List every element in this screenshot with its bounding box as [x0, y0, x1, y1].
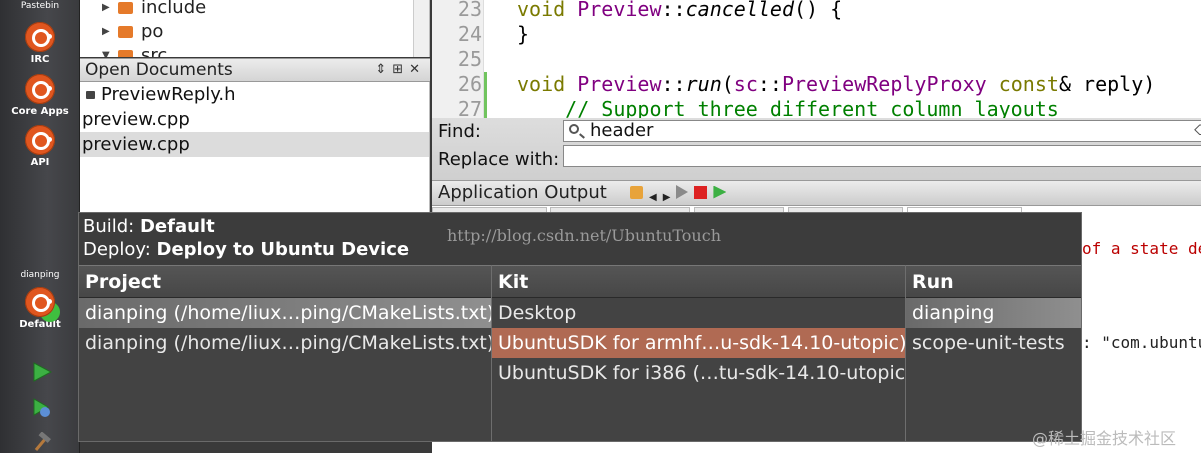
doc-label: PreviewReply.h: [101, 84, 236, 105]
find-label: Find:: [438, 121, 481, 142]
kit-column: Kit Desktop UbuntuSDK for armhf…u-sdk-14…: [492, 265, 906, 441]
application-output-header: Application Output ◀ ▶: [432, 180, 1201, 206]
open-doc-item[interactable]: PreviewReply.h: [80, 82, 429, 107]
change-marker: [484, 72, 487, 118]
kit-column-header: Kit: [492, 265, 905, 298]
output-text: : "com.ubuntu: [1082, 333, 1201, 352]
target-selector-popup: Build: Default Deploy: Deploy to Ubuntu …: [78, 212, 1082, 442]
mode-label: API: [30, 157, 50, 168]
mode-api[interactable]: API: [0, 125, 80, 168]
find-replace-bar: Find: header ⌫ Replace with:: [432, 118, 1201, 180]
expand-arrow-icon[interactable]: ▶: [102, 20, 110, 44]
target-config-label: Default: [19, 319, 61, 330]
output-toolbar: ◀ ▶: [630, 185, 727, 203]
mode-bar: Pastebin IRC Core Apps API dianping Defa…: [0, 0, 80, 453]
search-icon[interactable]: [569, 124, 579, 134]
build-value: Default: [139, 216, 215, 237]
attach-icon[interactable]: [630, 185, 643, 199]
debug-run-icon[interactable]: [32, 398, 52, 418]
clear-icon[interactable]: ⌫: [1194, 121, 1201, 141]
run-item[interactable]: scope-unit-tests: [906, 328, 1081, 358]
project-column-header: Project: [79, 265, 491, 298]
mode-pastebin[interactable]: Pastebin: [0, 1, 80, 11]
run-debug-icon[interactable]: [713, 185, 727, 199]
mode-core-apps[interactable]: Core Apps: [0, 74, 80, 117]
tree-item-label: include: [141, 0, 207, 18]
build-hammer-icon[interactable]: [32, 432, 52, 452]
tree-item-src[interactable]: ▼ src: [102, 44, 167, 57]
expand-arrow-icon[interactable]: ▶: [102, 0, 110, 20]
doc-label: preview.cpp: [82, 109, 190, 130]
code-text: void Preview::run(sc::PreviewReplyProxy …: [517, 72, 1156, 96]
tree-item-include[interactable]: ▶ include: [102, 0, 206, 20]
open-doc-item-selected[interactable]: preview.cpp: [80, 132, 429, 157]
prev-icon[interactable]: ◀: [649, 186, 657, 203]
tree-scrollbar[interactable]: [413, 0, 429, 57]
lock-icon: [86, 91, 95, 99]
run-column-header: Run: [906, 265, 1081, 298]
open-documents-title: Open Documents: [85, 60, 233, 80]
ubuntu-logo-icon: [25, 74, 55, 104]
target-project-label: dianping: [20, 270, 60, 280]
ubuntu-logo-icon: [25, 125, 55, 155]
run-item-selected[interactable]: dianping: [906, 298, 1081, 328]
find-input[interactable]: header ⌫: [563, 120, 1201, 142]
tree-item-po[interactable]: ▶ po: [102, 20, 163, 44]
code-comment: // Support three different column layout…: [517, 97, 1059, 118]
project-tree: ▶ include ▶ po ▼ src: [80, 0, 430, 57]
find-value: header: [590, 120, 654, 141]
project-column: Project dianping (/home/liux…ping/CMakeL…: [79, 265, 492, 441]
open-documents-list: PreviewReply.h preview.cpp preview.cpp: [80, 82, 430, 212]
pane-controls[interactable]: ⇕⊞✕: [375, 59, 426, 81]
replace-label: Replace with:: [438, 149, 560, 170]
deploy-value: Deploy to Ubuntu Device: [156, 239, 410, 260]
kit-item[interactable]: UbuntuSDK for i386 (…tu-sdk-14.10-utopic…: [492, 358, 905, 388]
run-column: Run dianping scope-unit-tests: [906, 265, 1081, 441]
application-output-title: Application Output: [438, 182, 607, 203]
code-text: }: [517, 22, 530, 46]
tree-item-label: po: [141, 21, 164, 42]
tree-item-label: src: [141, 45, 168, 57]
deploy-info: Deploy: Deploy to Ubuntu Device: [83, 239, 409, 260]
folder-icon: [118, 50, 133, 57]
watermark-text: http://blog.csdn.net/UbuntuTouch: [447, 226, 721, 245]
rerun-icon[interactable]: [676, 185, 689, 199]
run-icon[interactable]: [32, 362, 52, 382]
code-text: void Preview::cancelled() {: [517, 0, 843, 21]
ubuntu-logo-icon: [25, 287, 55, 317]
code-editor[interactable]: 23 24 25 26 27 void Preview::cancelled()…: [432, 0, 1201, 118]
project-item-selected[interactable]: dianping (/home/liux…ping/CMakeLists.txt…: [79, 298, 491, 328]
mode-label: IRC: [30, 54, 50, 65]
deploy-label: Deploy:: [83, 239, 151, 260]
kit-item-highlighted[interactable]: UbuntuSDK for armhf…u-sdk-14.10-utopic): [492, 328, 905, 358]
mode-label: Core Apps: [11, 106, 69, 117]
build-info: Build: Default: [83, 216, 215, 237]
open-documents-header: Open Documents ⇕⊞✕: [80, 58, 430, 82]
target-selector-button[interactable]: Default: [0, 287, 80, 330]
mode-irc[interactable]: IRC: [0, 22, 80, 65]
doc-label: preview.cpp: [82, 134, 190, 155]
expand-arrow-icon[interactable]: ▼: [102, 44, 110, 57]
folder-icon: [118, 26, 133, 38]
build-label: Build:: [83, 216, 135, 237]
replace-input[interactable]: [563, 145, 1201, 167]
open-doc-item[interactable]: preview.cpp: [80, 107, 429, 132]
next-icon[interactable]: ▶: [663, 186, 671, 203]
corner-watermark: @稀土掘金技术社区: [1032, 429, 1177, 448]
folder-icon: [118, 2, 133, 14]
stop-icon[interactable]: [694, 185, 708, 199]
output-text: of a state de: [1082, 239, 1201, 258]
ubuntu-logo-icon: [25, 22, 55, 52]
project-item[interactable]: dianping (/home/liux…ping/CMakeLists.txt…: [79, 328, 491, 358]
kit-item[interactable]: Desktop: [492, 298, 905, 328]
